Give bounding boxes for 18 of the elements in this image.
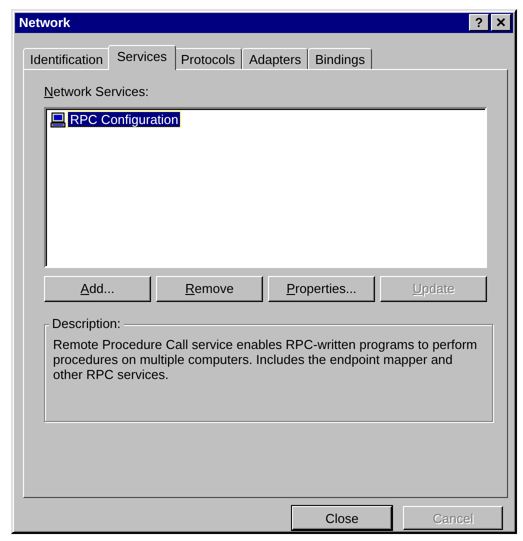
help-button[interactable]: ? xyxy=(469,14,489,32)
computer-icon xyxy=(50,112,66,128)
tab[interactable]: Identification xyxy=(23,48,110,69)
services-list[interactable]: RPC Configuration xyxy=(44,106,487,268)
list-item[interactable]: RPC Configuration xyxy=(68,112,180,128)
tab[interactable]: Services xyxy=(108,44,176,70)
list-label: Network Services: xyxy=(44,84,150,99)
close-button[interactable]: ✕ xyxy=(491,14,511,32)
close-dialog-button[interactable]: Close xyxy=(292,506,392,530)
tab[interactable]: Bindings xyxy=(308,48,372,69)
action-button[interactable]: Remove xyxy=(156,276,263,302)
description-text: Remote Procedure Call service enables RPC-written programs to perform procedures on multiple computers. Includes the endpoint mapper and other RPC services. xyxy=(53,336,478,382)
group-label: Description: xyxy=(49,316,124,331)
action-button[interactable]: Properties... xyxy=(268,276,375,302)
window-title: Network xyxy=(19,15,70,30)
action-button[interactable]: Add... xyxy=(44,276,151,302)
tab[interactable]: Protocols xyxy=(174,48,242,69)
tab[interactable]: Adapters xyxy=(242,48,308,69)
